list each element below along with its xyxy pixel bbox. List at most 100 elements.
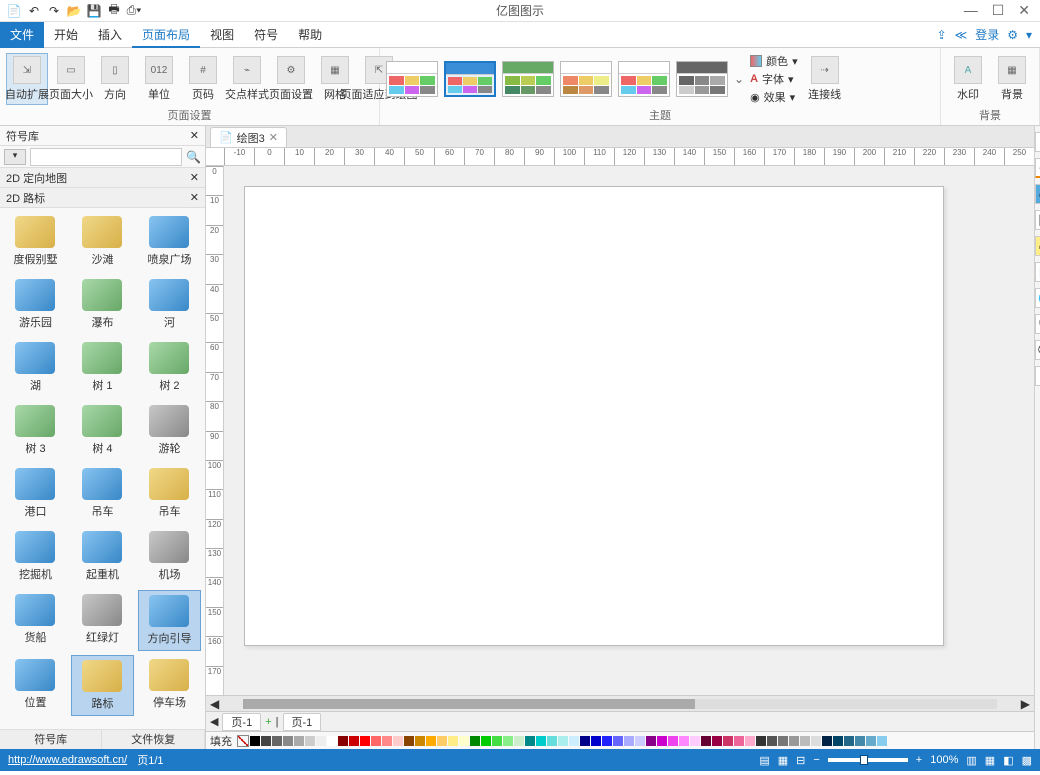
scroll-right-icon[interactable]: ▶ [1017, 697, 1034, 711]
close-icon[interactable]: ✕ [190, 171, 199, 184]
page-size-button[interactable]: ▭页面大小 [50, 54, 92, 104]
tool-line[interactable]: ― [1035, 158, 1040, 178]
color-swatch[interactable] [470, 736, 480, 746]
color-swatch[interactable] [294, 736, 304, 746]
qat-open[interactable]: 📂 [66, 3, 82, 19]
color-swatch[interactable] [657, 736, 667, 746]
color-swatch[interactable] [250, 736, 260, 746]
color-swatch[interactable] [437, 736, 447, 746]
color-swatch[interactable] [305, 736, 315, 746]
minimize-icon[interactable]: — [964, 2, 978, 19]
color-swatch[interactable] [514, 736, 524, 746]
page-add-icon[interactable]: + [265, 716, 271, 728]
tab-home[interactable]: 开始 [44, 22, 88, 48]
color-swatch[interactable] [536, 736, 546, 746]
shape-瀑布[interactable]: 瀑布 [71, 275, 134, 334]
shape-机场[interactable]: 机场 [138, 527, 201, 586]
canvas[interactable] [224, 166, 1034, 695]
theme-3[interactable] [502, 61, 554, 97]
unit-button[interactable]: 012单位 [138, 54, 180, 104]
no-fill-icon[interactable] [237, 735, 249, 747]
direction-button[interactable]: ▯方向 [94, 54, 136, 104]
color-swatch[interactable] [283, 736, 293, 746]
theme-more-icon[interactable]: ⌄ [734, 72, 744, 86]
shape-游轮[interactable]: 游轮 [138, 401, 201, 460]
color-swatch[interactable] [602, 736, 612, 746]
color-swatch[interactable] [635, 736, 645, 746]
qat-export[interactable]: ⎙▾ [126, 3, 142, 19]
color-swatch[interactable] [866, 736, 876, 746]
horizontal-scrollbar[interactable]: ◀ ▶ [206, 695, 1034, 711]
shape-喷泉广场[interactable]: 喷泉广场 [138, 212, 201, 271]
color-swatch[interactable] [338, 736, 348, 746]
color-swatch[interactable] [316, 736, 326, 746]
sidebar-close-icon[interactable]: ✕ [190, 129, 199, 142]
color-swatch[interactable] [877, 736, 887, 746]
shape-货船[interactable]: 货船 [4, 590, 67, 651]
dropdown-icon[interactable]: ▾ [1026, 28, 1032, 42]
status-icon-2[interactable]: ▦ [985, 754, 995, 767]
color-swatch[interactable] [349, 736, 359, 746]
theme-color-button[interactable]: 颜色▾ [750, 53, 798, 69]
page-setup-button[interactable]: ⚙页面设置 [270, 54, 312, 104]
theme-font-button[interactable]: A字体▾ [750, 71, 798, 87]
color-swatch[interactable] [360, 736, 370, 746]
shape-度假别墅[interactable]: 度假别墅 [4, 212, 67, 271]
tool-note[interactable]: ▬ [1035, 236, 1040, 256]
color-swatch[interactable] [778, 736, 788, 746]
doc-tab-close-icon[interactable]: ✕ [269, 131, 278, 144]
close-icon[interactable]: ✕ [190, 191, 199, 204]
color-swatch[interactable] [261, 736, 271, 746]
tab-insert[interactable]: 插入 [88, 22, 132, 48]
tab-view[interactable]: 视图 [200, 22, 244, 48]
search-input[interactable] [30, 148, 182, 166]
shape-树 4[interactable]: 树 4 [71, 401, 134, 460]
shape-红绿灯[interactable]: 红绿灯 [71, 590, 134, 651]
color-swatch[interactable] [569, 736, 579, 746]
color-swatch[interactable] [580, 736, 590, 746]
color-swatch[interactable] [855, 736, 865, 746]
qat-new[interactable]: 📄 [6, 3, 22, 19]
color-swatch[interactable] [822, 736, 832, 746]
shape-港口[interactable]: 港口 [4, 464, 67, 523]
color-swatch[interactable] [833, 736, 843, 746]
theme-effect-button[interactable]: ◉效果▾ [750, 89, 798, 105]
color-swatch[interactable] [646, 736, 656, 746]
view-mode-2-icon[interactable]: ▦ [778, 754, 788, 767]
page-num-button[interactable]: #页码 [182, 54, 224, 104]
color-swatch[interactable] [789, 736, 799, 746]
color-swatch[interactable] [800, 736, 810, 746]
shape-起重机[interactable]: 起重机 [71, 527, 134, 586]
color-swatch[interactable] [613, 736, 623, 746]
status-icon-3[interactable]: ◧ [1003, 754, 1013, 767]
login-button[interactable]: 登录 [975, 26, 999, 43]
cross-style-button[interactable]: ⌁交点样式 [226, 54, 268, 104]
color-swatch[interactable] [756, 736, 766, 746]
color-swatch[interactable] [503, 736, 513, 746]
theme-5[interactable] [618, 61, 670, 97]
color-swatch[interactable] [734, 736, 744, 746]
status-icon-1[interactable]: ▥ [966, 754, 976, 767]
shape-位置[interactable]: 位置 [4, 655, 67, 716]
shape-树 2[interactable]: 树 2 [138, 338, 201, 397]
shape-沙滩[interactable]: 沙滩 [71, 212, 134, 271]
color-swatch[interactable] [371, 736, 381, 746]
color-swatch[interactable] [426, 736, 436, 746]
color-swatch[interactable] [690, 736, 700, 746]
shape-吊车[interactable]: 吊车 [138, 464, 201, 523]
shape-吊车[interactable]: 吊车 [71, 464, 134, 523]
tool-format[interactable]: ✎ [1035, 132, 1040, 152]
color-swatch[interactable] [591, 736, 601, 746]
color-swatch[interactable] [327, 736, 337, 746]
tab-help[interactable]: 帮助 [288, 22, 332, 48]
drawing-page[interactable] [244, 186, 944, 646]
view-mode-1-icon[interactable]: ▤ [759, 754, 769, 767]
share-icon[interactable]: ≪ [955, 28, 968, 42]
color-swatch[interactable] [547, 736, 557, 746]
close-icon[interactable]: ✕ [1018, 2, 1030, 19]
qat-print[interactable]: 🖶 [106, 3, 122, 19]
color-swatch[interactable] [492, 736, 502, 746]
shape-方向引导[interactable]: 方向引导 [138, 590, 201, 651]
page-tab-1b[interactable]: 页-1 [283, 713, 322, 731]
tool-image[interactable]: 🖼 [1035, 210, 1040, 230]
